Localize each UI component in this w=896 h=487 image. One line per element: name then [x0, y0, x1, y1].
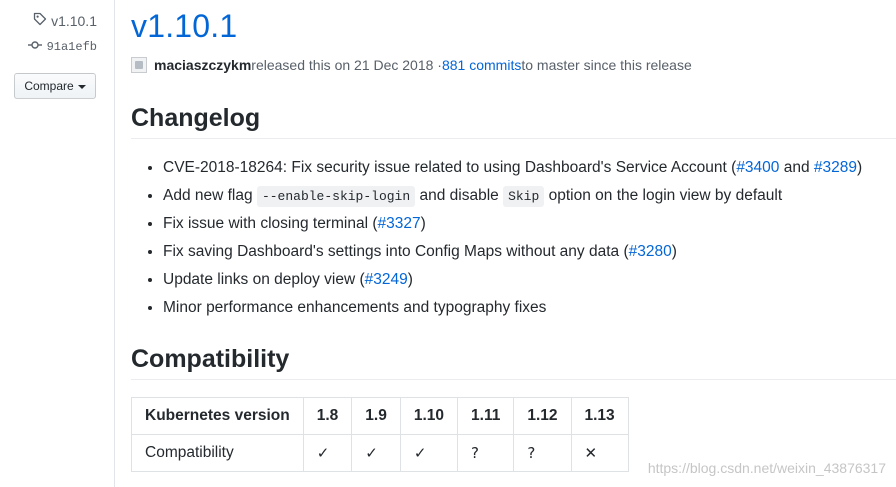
- item-text: and disable: [415, 187, 504, 204]
- issue-link[interactable]: #3327: [377, 215, 420, 232]
- table-header-cell: 1.10: [399, 397, 459, 435]
- author-link[interactable]: maciaszczykm: [154, 57, 251, 73]
- list-item: Fix issue with closing terminal (#3327): [163, 211, 862, 239]
- release-sidebar: v1.10.1 91a1efb Compare: [0, 0, 115, 487]
- issue-link[interactable]: #3289: [814, 159, 857, 176]
- changelog-list: CVE-2018-18264: Fix security issue relat…: [131, 155, 862, 323]
- changelog-divider: [131, 138, 896, 139]
- item-text: ): [857, 159, 863, 176]
- item-text: ): [420, 215, 426, 232]
- item-text: Add new flag: [163, 187, 257, 204]
- item-text: Update links on deploy view (: [163, 271, 365, 288]
- issue-link[interactable]: #3400: [736, 159, 779, 176]
- table-cell: ?: [457, 434, 515, 472]
- issue-link[interactable]: #3280: [629, 243, 672, 260]
- list-item: Update links on deploy view (#3249): [163, 267, 862, 295]
- released-text: released this on 21 Dec 2018 ·: [251, 57, 442, 73]
- item-text: Minor performance enhancements and typog…: [163, 299, 547, 316]
- compatibility-divider: [131, 379, 896, 380]
- watermark: https://blog.csdn.net/weixin_43876317: [647, 460, 886, 476]
- item-text: Fix issue with closing terminal (: [163, 215, 378, 232]
- commit-row[interactable]: 91a1efb: [27, 40, 97, 54]
- release-meta: maciaszczykm released this on 21 Dec 201…: [131, 57, 692, 73]
- table-header-row: Kubernetes version 1.8 1.9 1.10 1.11 1.1…: [131, 397, 629, 435]
- item-text: CVE-2018-18264: Fix security issue relat…: [163, 159, 737, 176]
- table-cell: ✓: [302, 434, 353, 472]
- commit-icon: [27, 40, 42, 54]
- table-cell: ✓: [351, 434, 401, 472]
- item-text: ): [671, 243, 677, 260]
- list-item: Fix saving Dashboard's settings into Con…: [163, 239, 862, 267]
- tag-icon: [33, 12, 47, 29]
- commit-sha[interactable]: 91a1efb: [47, 40, 97, 54]
- caret-down-icon: [77, 84, 86, 89]
- list-item: Minor performance enhancements and typog…: [163, 295, 862, 323]
- changelog-heading: Changelog: [131, 104, 261, 132]
- table-header-cell: 1.12: [513, 397, 572, 435]
- code-flag: --enable-skip-login: [256, 186, 416, 207]
- item-text: ): [407, 271, 413, 288]
- table-cell: ✕: [570, 434, 629, 472]
- commits-link[interactable]: 881 commits: [442, 57, 521, 73]
- compatibility-heading: Compatibility: [131, 345, 290, 373]
- avatar[interactable]: [131, 57, 147, 73]
- table-header-cell: 1.13: [570, 397, 629, 435]
- item-text: option on the login view by default: [544, 187, 783, 204]
- table-cell: ✓: [399, 434, 459, 472]
- tag-label[interactable]: v1.10.1: [51, 13, 97, 29]
- table-header-cell: 1.9: [351, 397, 401, 435]
- tag-row[interactable]: v1.10.1: [33, 12, 97, 29]
- compare-label: Compare: [24, 79, 74, 93]
- compatibility-table: Kubernetes version 1.8 1.9 1.10 1.11 1.1…: [131, 397, 629, 472]
- list-item: CVE-2018-18264: Fix security issue relat…: [163, 155, 862, 183]
- table-row: Compatibility ✓ ✓ ✓ ? ? ✕: [131, 434, 629, 472]
- issue-link[interactable]: #3249: [365, 271, 408, 288]
- compare-button[interactable]: Compare: [14, 73, 96, 99]
- since-text: to master since this release: [521, 57, 692, 73]
- table-header-cell: 1.11: [457, 397, 515, 435]
- table-header-cell: Kubernetes version: [131, 397, 304, 435]
- item-text: Fix saving Dashboard's settings into Con…: [163, 243, 629, 260]
- release-title[interactable]: v1.10.1: [131, 8, 237, 45]
- list-item: Add new flag --enable-skip-login and dis…: [163, 183, 862, 211]
- item-text: and: [779, 159, 814, 176]
- table-cell: Compatibility: [131, 434, 304, 472]
- code-skip: Skip: [503, 186, 545, 207]
- table-header-cell: 1.8: [302, 397, 353, 435]
- table-cell: ?: [513, 434, 572, 472]
